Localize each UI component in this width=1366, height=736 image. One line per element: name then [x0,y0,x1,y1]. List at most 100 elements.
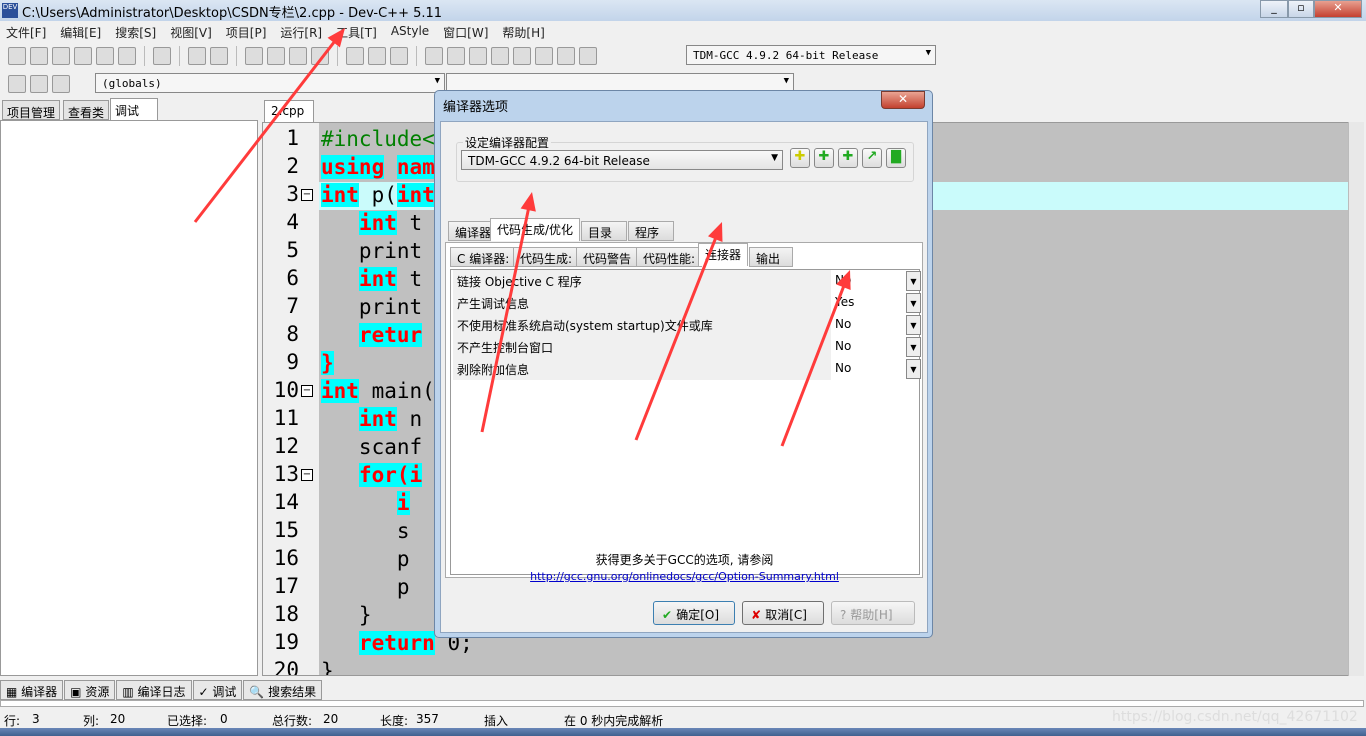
subtab-linker[interactable]: 连接器 [698,243,749,266]
subtab-warnings[interactable]: 代码警告 [576,247,639,267]
menu-view[interactable]: 视图[V] [170,21,218,42]
option-row[interactable]: 不产生控制台窗口 No ▼ [451,336,921,358]
bookmark-icon[interactable] [52,75,70,93]
line-number: 7 [286,294,299,318]
close-all-icon[interactable] [118,47,136,65]
tab-debug-bottom[interactable]: ✓ 调试 [192,680,243,700]
back-icon[interactable] [346,47,364,65]
add-icon[interactable] [30,75,48,93]
fold-toggle-icon[interactable]: − [301,189,313,201]
subtab-output[interactable]: 输出 [749,247,793,267]
code-line: int t [321,210,422,237]
menu-window[interactable]: 窗口[W] [443,21,494,42]
tab-file-2cpp[interactable]: 2.cpp [264,100,314,122]
replace-icon[interactable] [267,47,285,65]
fold-toggle-icon[interactable]: − [301,385,313,397]
line-number: 15 [273,518,299,542]
vertical-scrollbar[interactable] [1348,122,1364,676]
add-folder-icon[interactable]: ✚ [838,148,858,168]
divider [179,46,180,66]
subtab-codegen[interactable]: 代码生成: [513,247,580,267]
option-value[interactable]: No [835,273,851,287]
bookmark-icon[interactable] [390,47,408,65]
option-value[interactable]: Yes [835,295,854,309]
goto-declaration-icon[interactable] [8,75,26,93]
print-icon[interactable] [153,47,171,65]
new-file-icon[interactable] [8,47,26,65]
open-file-icon[interactable] [30,47,48,65]
add-compiler-set-icon[interactable]: ✚ [790,148,810,168]
chevron-down-icon[interactable]: ▼ [906,359,921,379]
cancel-button[interactable]: ✘ 取消[C] [742,601,824,625]
indent-icon[interactable] [289,47,307,65]
stop-icon[interactable] [535,47,553,65]
find-icon[interactable] [245,47,263,65]
linker-options-list: 链接 Objective C 程序 No ▼ 产生调试信息 Yes ▼ 不使用标准系统启动(… [450,269,921,575]
tab-compiler[interactable]: ▦ 编译器 [0,680,64,700]
subtab-c-compiler[interactable]: C 编译器: [450,247,517,267]
menu-search[interactable]: 搜索[S] [115,21,162,42]
tab-codegen-optimize[interactable]: 代码生成/优化 [490,218,581,241]
option-value[interactable]: No [835,339,851,353]
option-row[interactable]: 链接 Objective C 程序 No ▼ [451,270,921,292]
option-row[interactable]: 剥除附加信息 No ▼ [451,358,921,380]
gcc-options-link[interactable]: http://gcc.gnu.org/onlinedocs/gcc/Option… [435,570,934,583]
tab-debug[interactable]: 调试 [110,98,158,121]
option-value[interactable]: No [835,361,851,375]
save-icon[interactable] [52,47,70,65]
delete-icon[interactable]: ▇ [886,148,906,168]
delete-profile-icon[interactable] [579,47,597,65]
chevron-down-icon: ▼ [925,48,931,58]
check-icon[interactable] [513,47,531,65]
close-file-icon[interactable] [96,47,114,65]
tab-resources[interactable]: ▣ 资源 [64,680,116,700]
chevron-down-icon[interactable]: ▼ [906,315,921,335]
rename-icon[interactable]: ↗ [862,148,882,168]
chart-icon[interactable] [557,47,575,65]
tab-programs[interactable]: 程序 [628,221,674,241]
run-icon[interactable] [447,47,465,65]
menu-run[interactable]: 运行[R] [280,21,328,42]
compile-run-icon[interactable] [469,47,487,65]
menu-file[interactable]: 文件[F] [6,21,52,42]
tab-search-results[interactable]: 🔍 搜索结果 [243,680,323,700]
save-all-icon[interactable] [74,47,92,65]
unindent-icon[interactable] [311,47,329,65]
ok-button[interactable]: ✔ 确定[O] [653,601,735,625]
main-toolbar [0,42,680,70]
menu-astyle[interactable]: AStyle [391,21,435,42]
option-row[interactable]: 产生调试信息 Yes ▼ [451,292,921,314]
menu-help[interactable]: 帮助[H] [502,21,550,42]
option-value[interactable]: No [835,317,851,331]
chevron-down-icon[interactable]: ▼ [906,337,921,357]
subtab-profiling[interactable]: 代码性能: [636,247,703,267]
undo-icon[interactable] [188,47,206,65]
chevron-down-icon[interactable]: ▼ [906,271,921,291]
fold-toggle-icon[interactable]: − [301,469,313,481]
scope-select[interactable]: (globals) ▼ [95,73,445,93]
tab-compile-log[interactable]: ▥ 编译日志 [116,680,192,700]
tab-classes[interactable]: 查看类 [63,100,110,120]
minimize-button[interactable]: _ [1260,0,1288,18]
tab-project[interactable]: 项目管理 [2,100,61,120]
add-icon[interactable]: ✚ [814,148,834,168]
chevron-down-icon[interactable]: ▼ [906,293,921,313]
dialog-close-button[interactable]: ✕ [881,91,925,109]
menu-project[interactable]: 项目[P] [226,21,273,42]
compiler-select[interactable]: TDM-GCC 4.9.2 64-bit Release ▼ [686,45,936,65]
menu-tools[interactable]: 工具[T] [336,21,383,42]
line-number: 10 [273,378,299,402]
menu-edit[interactable]: 编辑[E] [60,21,107,42]
close-button[interactable]: ✕ [1314,0,1362,18]
compile-icon[interactable] [425,47,443,65]
code-token: scanf [321,435,423,459]
rebuild-icon[interactable] [491,47,509,65]
option-row[interactable]: 不使用标准系统启动(system startup)文件或库 No ▼ [451,314,921,336]
compiler-config-select[interactable]: TDM-GCC 4.9.2 64-bit Release ▼ [461,150,783,170]
maximize-button[interactable]: ▫ [1288,0,1314,18]
tab-directories[interactable]: 目录 [581,221,627,241]
forward-icon[interactable] [368,47,386,65]
redo-icon[interactable] [210,47,228,65]
